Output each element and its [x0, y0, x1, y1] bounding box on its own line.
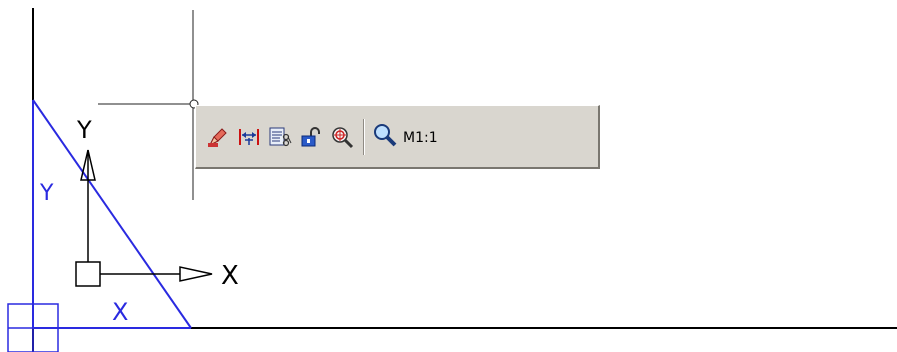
- ucs-x-label: X: [221, 261, 239, 291]
- zoom-scale-button[interactable]: M1:1: [372, 122, 438, 152]
- toolbar-separator: [363, 118, 365, 155]
- ucs-y-label: Y: [76, 116, 92, 144]
- drawing-canvas[interactable]: Y X Y X M1:1: [0, 0, 897, 352]
- quick-toolbar: M1:1: [195, 105, 600, 169]
- wcs-icon: Y X: [32, 99, 192, 329]
- properties-icon[interactable]: [266, 123, 294, 151]
- wcs-origin-icon: [7, 303, 59, 352]
- drawing-svg: Y X Y X: [7, 8, 897, 352]
- zoom-target-icon[interactable]: [328, 123, 356, 151]
- magnifier-icon: [372, 122, 398, 152]
- pencil-edit-icon[interactable]: [204, 123, 232, 151]
- wcs-x-label: X: [112, 298, 128, 326]
- unlock-icon[interactable]: [297, 123, 325, 151]
- dimension-icon[interactable]: [235, 123, 263, 151]
- zoom-scale-label: M1:1: [403, 129, 438, 146]
- wcs-y-label: Y: [39, 181, 54, 206]
